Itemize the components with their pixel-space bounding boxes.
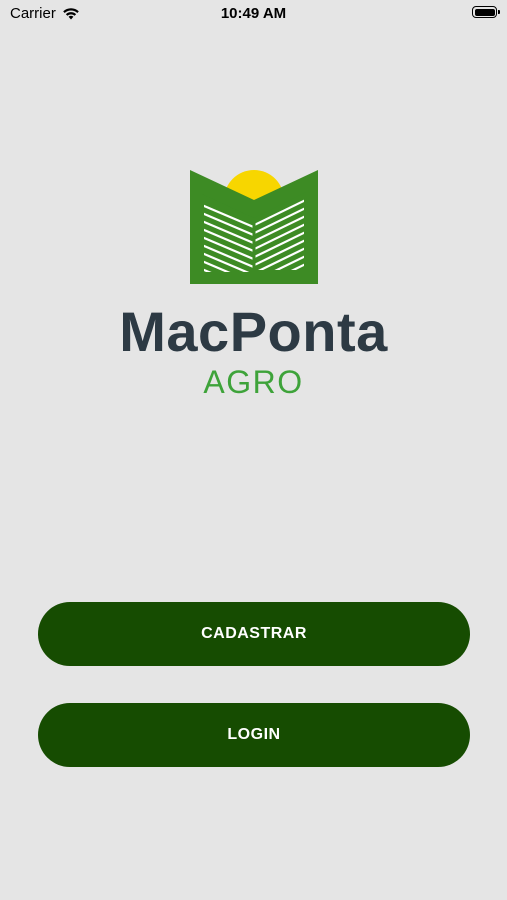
brand-logo: MacPonta AGRO [0, 170, 507, 398]
brand-name: MacPonta [119, 300, 388, 363]
battery-level [474, 8, 495, 16]
welcome-screen: Carrier 10:49 AM MacPonta AGRO CADASTRAR… [0, 0, 507, 900]
battery-icon [472, 6, 500, 18]
register-button[interactable]: CADASTRAR [38, 602, 470, 666]
status-time: 10:49 AM [220, 5, 287, 22]
status-bar: Carrier 10:49 AM [0, 0, 507, 28]
login-button[interactable]: LOGIN [38, 703, 470, 767]
battery-tip [498, 10, 500, 14]
brand-subtitle: AGRO [203, 364, 304, 400]
field-sun-logo-icon [189, 170, 318, 284]
